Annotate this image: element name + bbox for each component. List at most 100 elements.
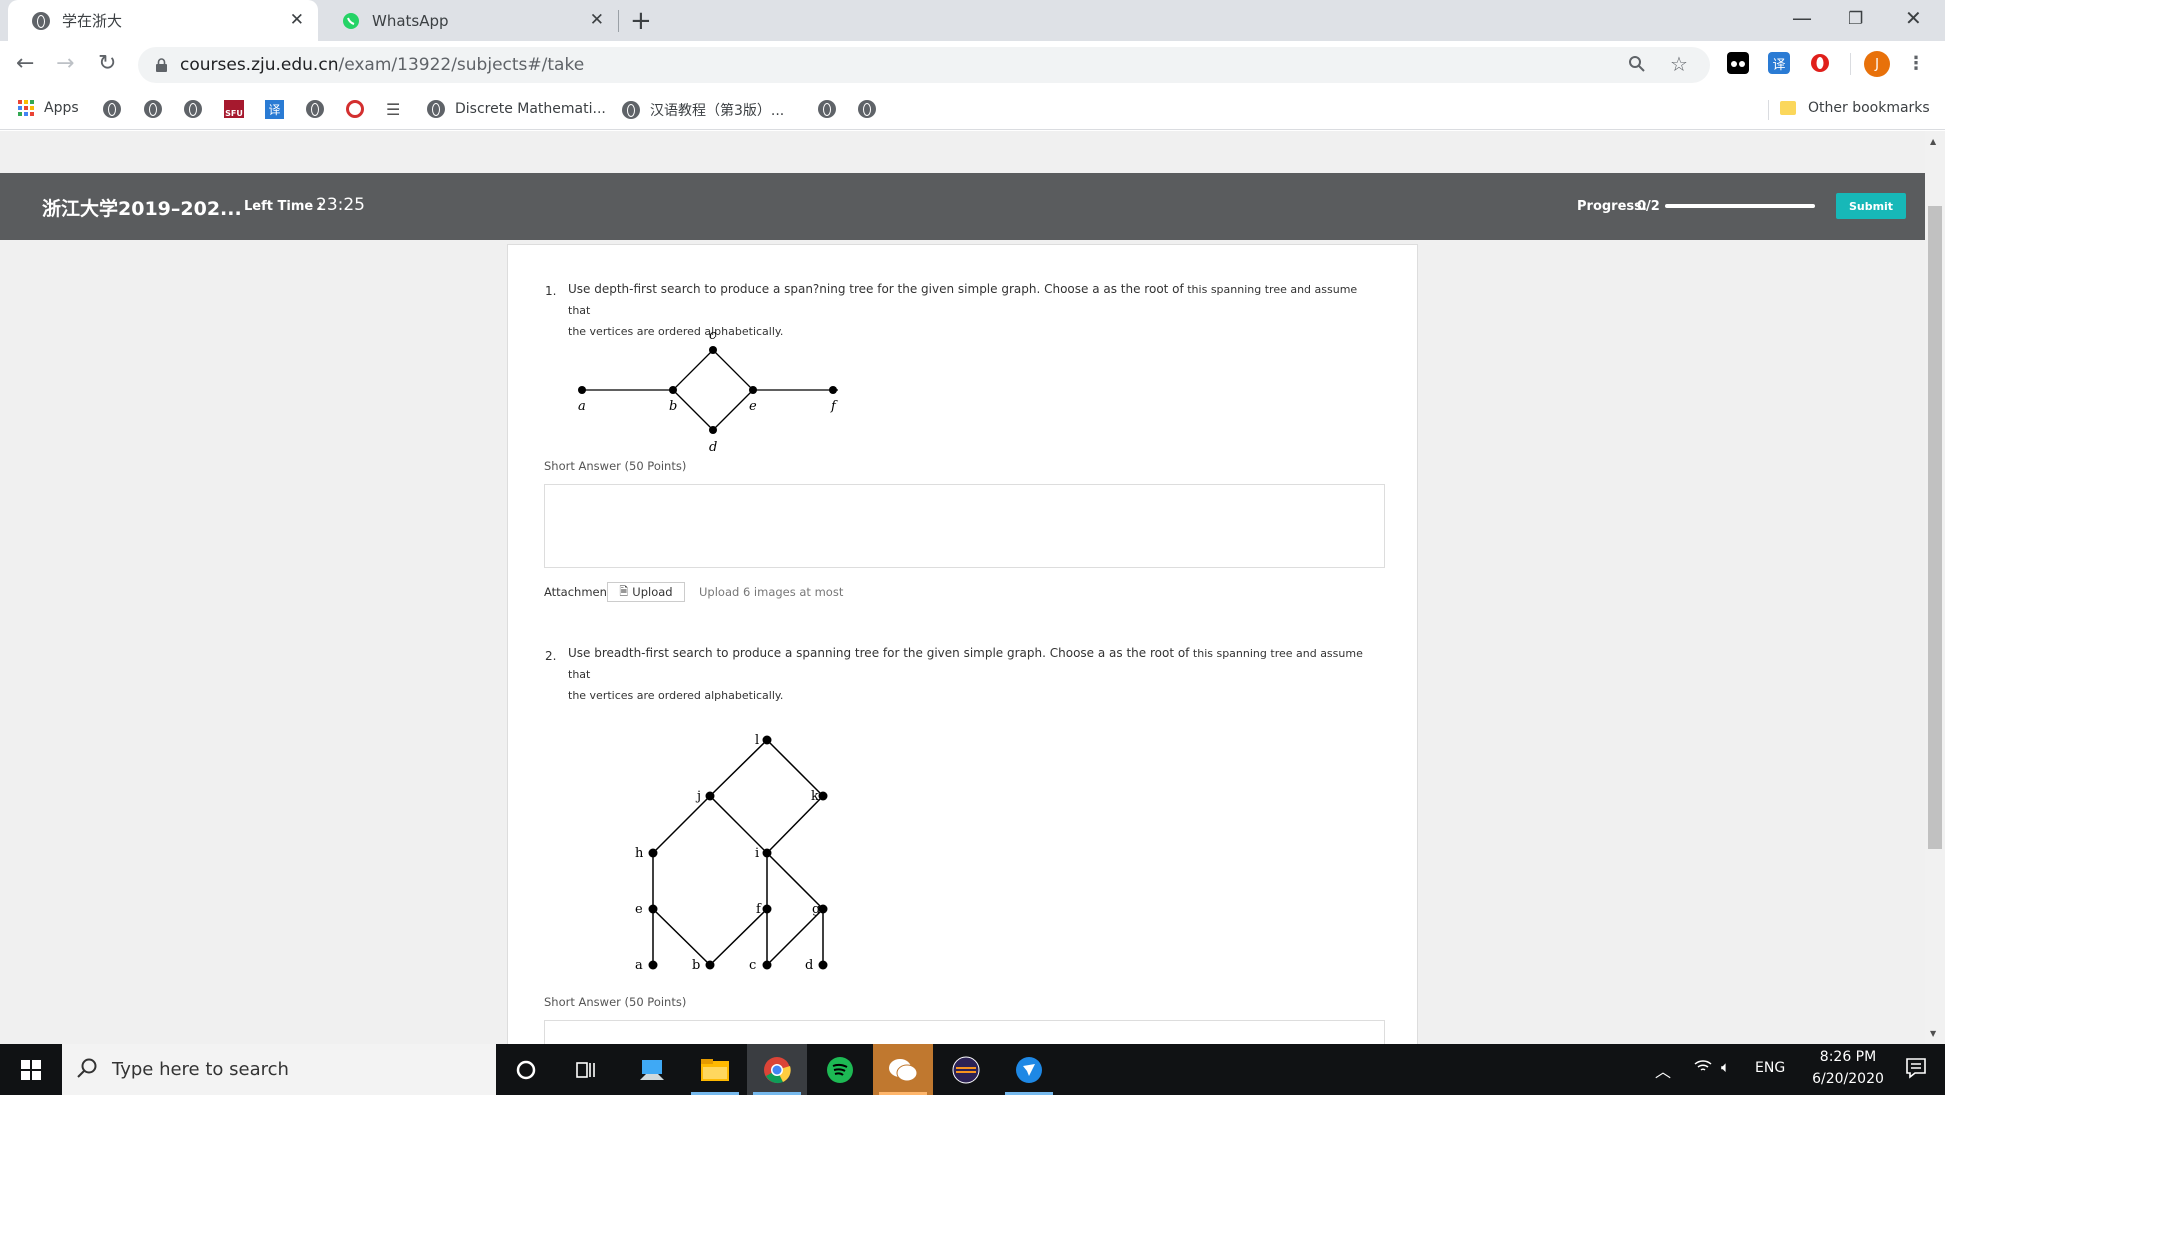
close-tab-icon[interactable]: ✕ bbox=[590, 12, 604, 29]
question-1-points: Short Answer (50 Points) bbox=[544, 459, 687, 473]
question-card: 1. Use depth-first search to produce a s… bbox=[507, 244, 1418, 1044]
label-d: d bbox=[709, 440, 717, 455]
label-e: e bbox=[635, 902, 643, 917]
globe-icon bbox=[858, 100, 876, 118]
task-view-icon[interactable] bbox=[556, 1044, 616, 1095]
url-text: courses.zju.edu.cn/exam/13922/subjects#/… bbox=[180, 55, 585, 75]
question-1-number: 1. bbox=[545, 284, 557, 298]
bookmark-filter[interactable]: ☰ bbox=[386, 100, 400, 119]
lock-icon bbox=[156, 57, 167, 72]
question-2-graph: a b c d e f g h i j k l bbox=[635, 733, 828, 973]
opera-extension-icon[interactable] bbox=[1809, 52, 1831, 74]
address-bar[interactable]: courses.zju.edu.cn/exam/13922/subjects#/… bbox=[138, 47, 1710, 83]
filter-icon: ☰ bbox=[386, 100, 401, 119]
label-l: l bbox=[755, 733, 759, 748]
vertex-l bbox=[762, 735, 772, 745]
globe-icon bbox=[818, 100, 836, 118]
tab-active[interactable]: 学在浙大 ✕ bbox=[8, 0, 318, 41]
vertex-a bbox=[648, 960, 658, 970]
volume-icon[interactable]: 🔈︎ bbox=[1721, 1058, 1730, 1076]
bookmark-star-icon[interactable]: ☆ bbox=[1670, 52, 1688, 76]
back-icon[interactable]: ← bbox=[16, 51, 34, 76]
bookmark-globe-1[interactable] bbox=[103, 100, 121, 118]
feather-app-icon[interactable] bbox=[999, 1044, 1059, 1095]
tab-whatsapp[interactable]: WhatsApp ✕ bbox=[318, 0, 619, 41]
wechat-icon[interactable] bbox=[873, 1044, 933, 1095]
label-e: e bbox=[749, 399, 757, 414]
bookmark-hanyu[interactable]: 汉语教程（第3版）... bbox=[622, 100, 784, 120]
new-tab-button[interactable]: + bbox=[630, 6, 652, 36]
screen: 学在浙大 ✕ WhatsApp ✕ + — ❐ ✕ ← → ↻ courses.… bbox=[0, 0, 1945, 1095]
close-window-icon[interactable]: ✕ bbox=[1905, 6, 1922, 30]
bookmark-apps[interactable]: Apps bbox=[18, 100, 79, 116]
spotify-icon[interactable] bbox=[810, 1044, 870, 1095]
vertex-j bbox=[705, 791, 715, 801]
vertex-b bbox=[669, 386, 677, 394]
chevron-up-icon[interactable]: ︿ bbox=[1655, 1058, 1671, 1082]
file-explorer-icon[interactable] bbox=[685, 1044, 745, 1095]
bookmark-globe-2[interactable] bbox=[144, 100, 162, 118]
vertex-a bbox=[578, 386, 586, 394]
upload-note: Upload 6 images at most bbox=[699, 585, 844, 599]
translate-extension-icon[interactable]: 译 bbox=[1768, 52, 1790, 74]
attachment-label: Attachment bbox=[544, 585, 612, 599]
bookmark-translate[interactable]: 译 bbox=[265, 100, 284, 119]
wifi-icon[interactable] bbox=[1693, 1058, 1713, 1078]
scroll-down-icon[interactable]: ▼ bbox=[1930, 1029, 1936, 1038]
label-c: c bbox=[749, 958, 756, 973]
minimize-icon[interactable]: — bbox=[1792, 6, 1812, 30]
reload-icon[interactable]: ↻ bbox=[98, 51, 116, 76]
globe-icon bbox=[32, 11, 50, 30]
taskbar-search-input[interactable]: Type here to search bbox=[62, 1044, 496, 1095]
eclipse-icon[interactable] bbox=[936, 1044, 996, 1095]
left-time-label: Left Time : bbox=[244, 199, 323, 214]
bookmark-globe-5[interactable] bbox=[818, 100, 836, 118]
question-1-answer-input[interactable] bbox=[544, 484, 1385, 568]
tab-strip: 学在浙大 ✕ WhatsApp ✕ + — ❐ ✕ bbox=[0, 0, 1945, 41]
bookmark-globe-6[interactable] bbox=[858, 100, 876, 118]
language-indicator[interactable]: ENG bbox=[1755, 1060, 1785, 1076]
bookmark-red-circle[interactable] bbox=[346, 100, 364, 118]
exam-title: 浙江大学2019–202... bbox=[42, 198, 242, 220]
desktop-app-icon[interactable] bbox=[622, 1044, 682, 1095]
taskbar: Type here to search ︿ 🔈︎ ENG 8:26 PM 6/2… bbox=[0, 1044, 1945, 1095]
cortana-icon[interactable] bbox=[496, 1044, 556, 1095]
scrollbar-thumb[interactable] bbox=[1928, 206, 1942, 849]
extension-icon[interactable] bbox=[1727, 52, 1749, 74]
submit-button[interactable]: Submit bbox=[1836, 193, 1906, 219]
tab-title: 学在浙大 bbox=[62, 12, 123, 30]
close-tab-icon[interactable]: ✕ bbox=[290, 12, 304, 29]
menu-icon[interactable]: ⋮ bbox=[1905, 52, 1927, 74]
apps-grid-icon bbox=[18, 100, 34, 116]
clock-time[interactable]: 8:26 PM bbox=[1808, 1049, 1888, 1065]
label-h: h bbox=[635, 846, 644, 861]
notification-icon[interactable] bbox=[1905, 1057, 1927, 1083]
restore-icon[interactable]: ❐ bbox=[1848, 9, 1863, 29]
vertex-b bbox=[705, 960, 715, 970]
bookmark-globe-3[interactable] bbox=[184, 100, 202, 118]
chrome-icon[interactable] bbox=[747, 1044, 807, 1095]
bookmark-sfu[interactable]: SFU bbox=[224, 100, 244, 118]
upload-button[interactable]: 🗎 Upload bbox=[607, 582, 685, 602]
vertex-f bbox=[829, 386, 837, 394]
label-j: j bbox=[695, 789, 701, 804]
other-bookmarks[interactable]: Other bookmarks bbox=[1780, 100, 1930, 116]
bookmark-discrete-math[interactable]: Discrete Mathemati... bbox=[427, 100, 606, 118]
profile-avatar[interactable]: J bbox=[1864, 51, 1890, 77]
label-g: g bbox=[812, 902, 820, 917]
vertex-e bbox=[749, 386, 757, 394]
windows-start-icon[interactable] bbox=[0, 1044, 62, 1095]
label-i: i bbox=[755, 846, 759, 861]
clock-date[interactable]: 6/20/2020 bbox=[1800, 1071, 1896, 1087]
scroll-up-icon[interactable]: ▲ bbox=[1930, 137, 1936, 146]
system-tray: ︿ 🔈︎ ENG 8:26 PM 6/20/2020 bbox=[1655, 1044, 1945, 1095]
globe-icon bbox=[306, 100, 324, 118]
bookmark-globe-4[interactable] bbox=[306, 100, 324, 118]
bookmarks-bar: Apps SFU 译 ☰ Discrete Mathemati... 汉语教程（… bbox=[0, 90, 1945, 130]
forward-icon[interactable]: → bbox=[56, 51, 74, 76]
zoom-icon[interactable] bbox=[1628, 55, 1646, 78]
browser-toolbar: ← → ↻ courses.zju.edu.cn/exam/13922/subj… bbox=[0, 41, 1945, 90]
question-2-answer-input[interactable] bbox=[544, 1020, 1385, 1044]
page-scrollbar[interactable]: ▲ ▼ bbox=[1925, 131, 1945, 1044]
label-b: b bbox=[692, 958, 700, 973]
